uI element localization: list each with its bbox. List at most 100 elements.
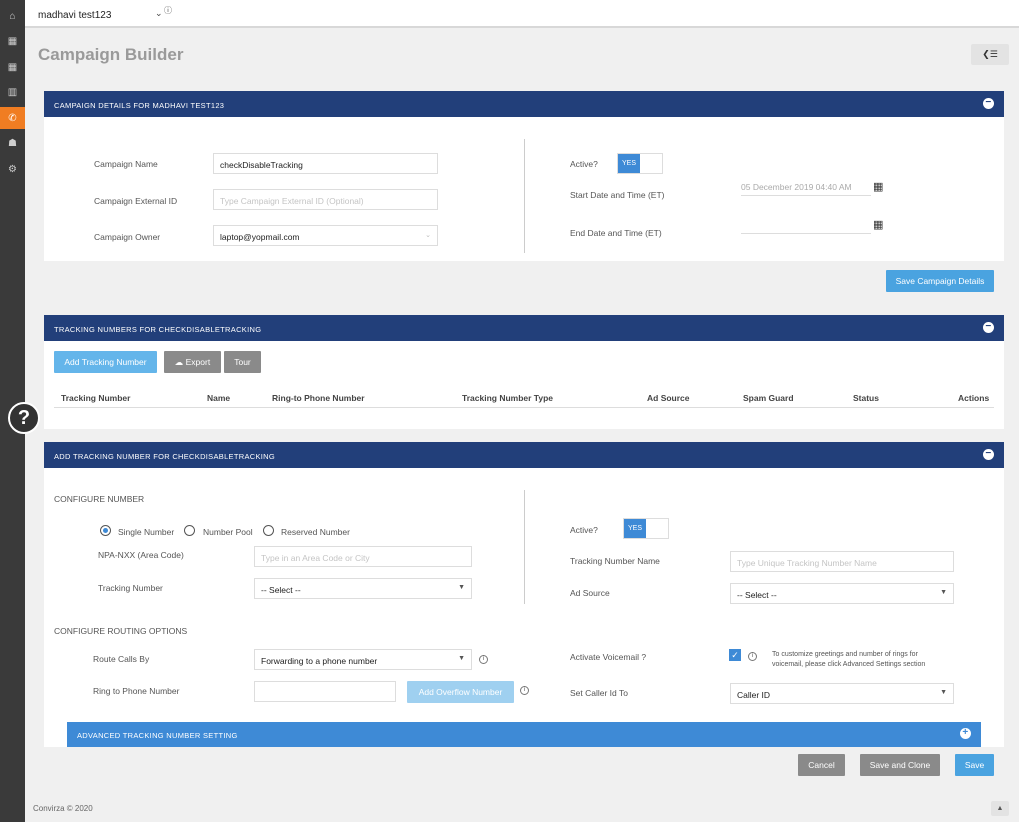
active-label: Active?	[570, 159, 598, 169]
start-date-input[interactable]: 05 December 2019 04:40 AM	[741, 182, 871, 196]
chevron-down-icon: ⌄	[425, 232, 431, 239]
advanced-settings-bar[interactable]: ADVANCED TRACKING NUMBER SETTING +	[67, 722, 981, 747]
phone-icon[interactable]: ✆	[0, 107, 25, 129]
campaign-details-panel: CAMPAIGN DETAILS FOR MADHAVI TEST123 − Ca…	[44, 91, 1004, 302]
npa-label: NPA-NXX (Area Code)	[98, 550, 184, 560]
external-id-label: Campaign External ID	[94, 196, 178, 206]
calendar-icon[interactable]: ▦	[873, 218, 883, 231]
campaign-name-label: Campaign Name	[94, 159, 158, 169]
caller-id-label: Set Caller Id To	[570, 688, 628, 698]
add-tracking-number-button[interactable]: Add Tracking Number	[54, 351, 157, 373]
configure-number-heading: CONFIGURE NUMBER	[54, 494, 145, 504]
info-icon[interactable]: i	[479, 655, 488, 664]
active-toggle[interactable]: YES	[617, 153, 663, 174]
chart-icon[interactable]: ▦	[0, 31, 25, 51]
save-and-clone-button[interactable]: Save and Clone	[860, 754, 940, 776]
tracking-number-label: Tracking Number	[98, 583, 163, 593]
dropdown-arrow-icon: ▼	[458, 655, 465, 662]
campaign-name-input[interactable]: checkDisableTracking	[213, 153, 438, 174]
advanced-settings-title: ADVANCED TRACKING NUMBER SETTING	[77, 731, 238, 740]
end-date-label: End Date and Time (ET)	[570, 228, 662, 238]
npa-input[interactable]: Type in an Area Code or City	[254, 546, 472, 567]
active-label: Active?	[570, 525, 598, 535]
ring-to-input[interactable]	[254, 681, 396, 702]
start-date-label: Start Date and Time (ET)	[570, 190, 665, 200]
save-button[interactable]: Save	[955, 754, 994, 776]
voicemail-checkbox[interactable]: ✓	[729, 649, 741, 661]
select-value: -- Select --	[737, 590, 777, 600]
route-calls-select[interactable]: Forwarding to a phone number ▼	[254, 649, 472, 670]
route-calls-label: Route Calls By	[93, 654, 150, 664]
main-area: madhavi test123 ⌄ ⓘ Campaign Builder ❮☰ …	[8, 0, 1019, 822]
voicemail-note-line2: voicemail, please click Advanced Setting…	[772, 661, 926, 668]
tracking-numbers-panel: TRACKING NUMBERS FOR CHECKDISABLETRACKIN…	[44, 315, 1004, 429]
save-campaign-details-button[interactable]: Save Campaign Details	[886, 270, 994, 292]
collapse-icon[interactable]: −	[983, 449, 994, 460]
collapse-menu-button[interactable]: ❮☰	[971, 44, 1009, 65]
help-button[interactable]: ?	[8, 402, 40, 434]
column-header[interactable]: Tracking Number	[61, 393, 130, 403]
select-value: -- Select --	[261, 585, 301, 595]
add-tracking-number-panel: ADD TRACKING NUMBER FOR CHECKDISABLETRAC…	[44, 442, 1004, 785]
column-header[interactable]: Name	[207, 393, 230, 403]
dropdown-arrow-icon: ▼	[940, 589, 947, 596]
calendar-icon[interactable]: ▦	[873, 180, 883, 193]
collapse-icon[interactable]: −	[983, 98, 994, 109]
tracking-number-name-label: Tracking Number Name	[570, 556, 660, 566]
export-label: Export	[185, 357, 211, 367]
book-icon[interactable]: ▥	[0, 82, 25, 102]
ad-source-select[interactable]: -- Select -- ▼	[730, 583, 954, 604]
select-value: Forwarding to a phone number	[261, 656, 378, 666]
table-divider	[54, 407, 994, 408]
info-icon[interactable]: ⓘ	[164, 5, 172, 16]
chart-icon[interactable]: ▦	[0, 57, 25, 77]
caller-id-select[interactable]: Caller ID ▼	[730, 683, 954, 704]
collapse-icon[interactable]: −	[983, 322, 994, 333]
gear-icon[interactable]: ⚙	[0, 159, 25, 179]
info-icon[interactable]: i	[520, 686, 529, 695]
reserved-number-radio[interactable]	[263, 525, 274, 536]
tour-button[interactable]: Tour	[224, 351, 261, 373]
column-header[interactable]: Tracking Number Type	[462, 393, 553, 403]
external-id-input[interactable]: Type Campaign External ID (Optional)	[213, 189, 438, 210]
home-icon[interactable]: ⌂	[0, 6, 25, 26]
column-header[interactable]: Ad Source	[647, 393, 690, 403]
dropdown-arrow-icon: ▼	[940, 689, 947, 696]
end-date-input[interactable]	[741, 221, 871, 234]
divider	[524, 139, 525, 253]
active-toggle[interactable]: YES	[623, 518, 669, 539]
panel-footer	[44, 261, 1004, 302]
info-icon[interactable]: i	[748, 652, 757, 661]
scroll-top-button[interactable]: ▲	[991, 801, 1009, 816]
single-number-label: Single Number	[118, 527, 175, 537]
panel-header: TRACKING NUMBERS FOR CHECKDISABLETRACKIN…	[44, 315, 1004, 341]
single-number-radio[interactable]	[100, 525, 111, 536]
page-title: Campaign Builder	[38, 45, 184, 64]
column-header[interactable]: Ring-to Phone Number	[272, 393, 365, 403]
top-bar: madhavi test123 ⌄ ⓘ	[25, 0, 1019, 28]
select-value: Caller ID	[737, 690, 771, 700]
add-overflow-number-button[interactable]: Add Overflow Number	[407, 681, 514, 703]
column-header[interactable]: Actions	[958, 393, 989, 403]
reserved-number-label: Reserved Number	[281, 527, 350, 537]
account-selector[interactable]: madhavi test123	[38, 10, 111, 21]
owner-label: Campaign Owner	[94, 232, 161, 242]
cancel-button[interactable]: Cancel	[798, 754, 845, 776]
dropdown-arrow-icon: ▼	[458, 584, 465, 591]
chevron-down-icon[interactable]: ⌄	[155, 8, 163, 19]
users-icon[interactable]: ☗	[0, 133, 25, 153]
number-pool-radio[interactable]	[184, 525, 195, 536]
number-pool-label: Number Pool	[203, 527, 253, 537]
copyright: Convirza © 2020	[33, 804, 93, 813]
tracking-number-name-input[interactable]: Type Unique Tracking Number Name	[730, 551, 954, 572]
tracking-number-select[interactable]: -- Select -- ▼	[254, 578, 472, 599]
ring-to-label: Ring to Phone Number	[93, 686, 180, 696]
voicemail-note-line1: To customize greetings and number of rin…	[772, 651, 918, 658]
owner-select[interactable]: laptop@yopmail.com ⌄	[213, 225, 438, 246]
toggle-yes: YES	[618, 154, 640, 173]
expand-icon[interactable]: +	[960, 728, 971, 739]
column-header[interactable]: Status	[853, 393, 879, 403]
export-button[interactable]: ☁ Export	[164, 351, 221, 373]
column-header[interactable]: Spam Guard	[743, 393, 794, 403]
routing-options-heading: CONFIGURE ROUTING OPTIONS	[54, 626, 188, 636]
